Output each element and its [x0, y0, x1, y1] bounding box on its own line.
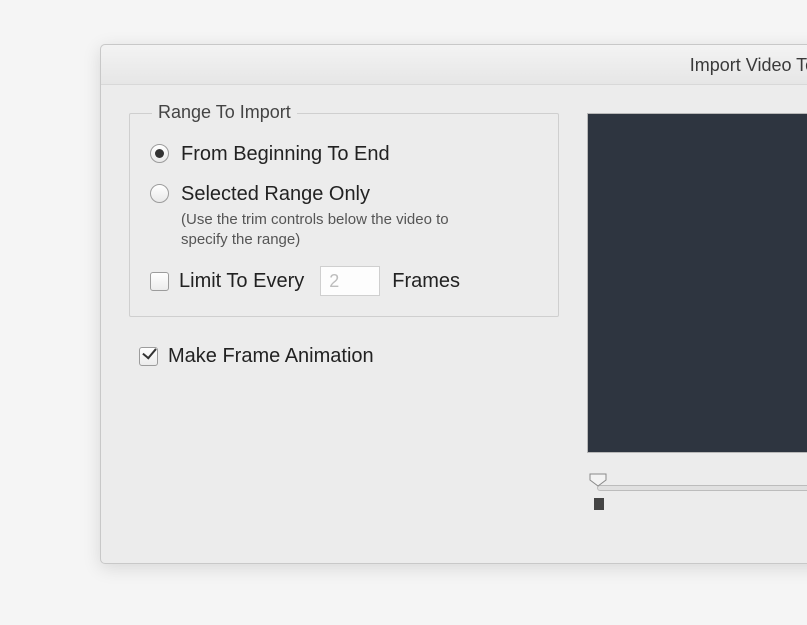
range-group-legend: Range To Import: [152, 102, 297, 123]
radio-selected-range[interactable]: [150, 184, 169, 203]
window-title: Import Video To L: [690, 55, 807, 75]
range-to-import-group: Range To Import From Beginning To End Se…: [129, 113, 559, 317]
dialog-content: Range To Import From Beginning To End Se…: [101, 85, 807, 519]
trim-slider: [587, 479, 807, 519]
make-frame-checkbox[interactable]: [139, 347, 158, 366]
video-preview: [587, 113, 807, 453]
import-video-dialog: Import Video To L Range To Import From B…: [100, 44, 807, 564]
limit-row: Limit To Every 2 Frames: [150, 266, 538, 296]
trim-in-marker-icon[interactable]: [594, 497, 604, 509]
window-titlebar: Import Video To L: [101, 45, 807, 85]
options-column: Range To Import From Beginning To End Se…: [129, 113, 559, 519]
radio-from-beginning-label: From Beginning To End: [181, 142, 390, 166]
make-frame-label: Make Frame Animation: [168, 345, 374, 368]
radio-row-beginning: From Beginning To End: [150, 142, 538, 166]
limit-label: Limit To Every: [179, 270, 304, 293]
radio-selected-range-hint: (Use the trim controls below the video t…: [181, 210, 461, 250]
radio-from-beginning[interactable]: [150, 144, 169, 163]
radio-row-selected-range: Selected Range Only (Use the trim contro…: [150, 182, 538, 250]
make-frame-row: Make Frame Animation: [139, 345, 559, 368]
limit-checkbox[interactable]: [150, 272, 169, 291]
limit-frames-input[interactable]: 2: [320, 266, 380, 296]
trim-track[interactable]: [597, 485, 807, 491]
trim-thumb-icon[interactable]: [589, 473, 607, 487]
radio-selected-range-label: Selected Range Only: [181, 182, 461, 206]
limit-unit: Frames: [392, 270, 460, 293]
preview-column: [587, 113, 807, 519]
